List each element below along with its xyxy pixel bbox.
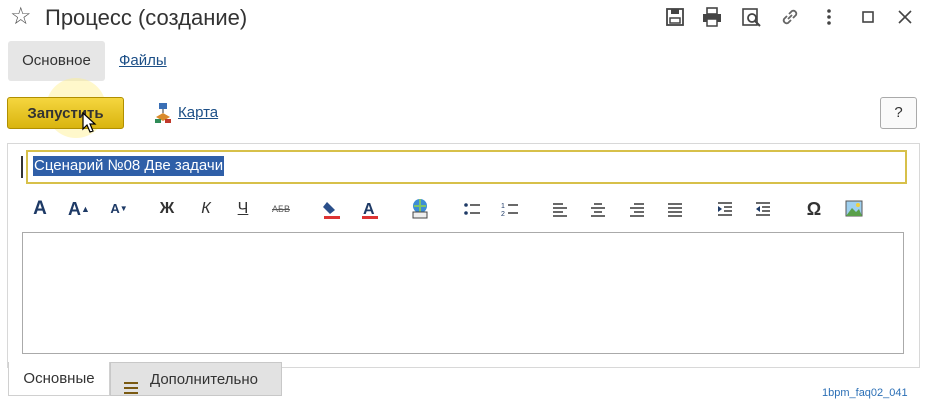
window-title: Процесс (создание) bbox=[45, 5, 248, 30]
text-caret bbox=[21, 156, 23, 178]
fill-color-icon[interactable] bbox=[320, 198, 344, 220]
svg-text:A: A bbox=[363, 201, 375, 218]
start-button[interactable]: Запустить bbox=[7, 97, 124, 129]
insert-image-icon[interactable] bbox=[843, 198, 865, 220]
indent-decrease-icon[interactable] bbox=[752, 198, 774, 220]
map-link[interactable]: Карта bbox=[178, 104, 218, 121]
numbered-list-icon[interactable]: 12 bbox=[499, 198, 521, 220]
indent-increase-icon[interactable] bbox=[714, 198, 736, 220]
insert-link-icon[interactable] bbox=[408, 198, 432, 220]
print-icon[interactable] bbox=[701, 6, 723, 28]
maximize-icon[interactable] bbox=[857, 6, 879, 28]
svg-text:1: 1 bbox=[501, 203, 505, 210]
align-justify-icon[interactable] bbox=[664, 198, 686, 220]
close-icon[interactable] bbox=[894, 6, 916, 28]
description-editor[interactable] bbox=[22, 232, 904, 354]
bold-button[interactable]: Ж bbox=[156, 198, 178, 220]
link-icon[interactable] bbox=[779, 6, 801, 28]
decrease-font-icon[interactable]: A▼ bbox=[108, 198, 130, 220]
align-center-icon[interactable] bbox=[587, 198, 609, 220]
svg-text:2: 2 bbox=[501, 211, 505, 218]
list-icon bbox=[124, 373, 138, 394]
subject-input-value[interactable]: Сценарий №08 Две задачи bbox=[33, 156, 225, 176]
text-color-icon[interactable]: A bbox=[358, 198, 382, 220]
favorite-star-icon[interactable]: ☆ bbox=[10, 4, 32, 30]
help-button[interactable]: ? bbox=[880, 97, 917, 129]
bulleted-list-icon[interactable] bbox=[461, 198, 483, 220]
process-map-icon[interactable] bbox=[152, 102, 174, 124]
align-left-icon[interactable] bbox=[549, 198, 571, 220]
tab-files[interactable]: Файлы bbox=[119, 52, 167, 69]
special-character-button[interactable]: Ω bbox=[803, 198, 825, 220]
tab-basic[interactable]: Основные bbox=[8, 362, 110, 396]
font-icon[interactable]: A bbox=[29, 198, 51, 220]
mouse-cursor-icon bbox=[82, 111, 98, 134]
underline-button[interactable]: Ч bbox=[232, 198, 254, 220]
tab-additional[interactable]: Дополнительно bbox=[110, 362, 282, 396]
italic-button[interactable]: К bbox=[195, 198, 217, 220]
align-right-icon[interactable] bbox=[626, 198, 648, 220]
preview-icon[interactable] bbox=[740, 6, 762, 28]
tab-additional-label: Дополнительно bbox=[150, 371, 258, 388]
strikethrough-button[interactable]: АБВ bbox=[268, 198, 294, 220]
save-icon[interactable] bbox=[664, 6, 686, 28]
tab-main[interactable]: Основное bbox=[8, 41, 105, 81]
watermark-text: 1bpm_faq02_041 bbox=[822, 387, 908, 399]
more-icon[interactable] bbox=[818, 6, 840, 28]
increase-font-icon[interactable]: A▲ bbox=[68, 198, 90, 220]
